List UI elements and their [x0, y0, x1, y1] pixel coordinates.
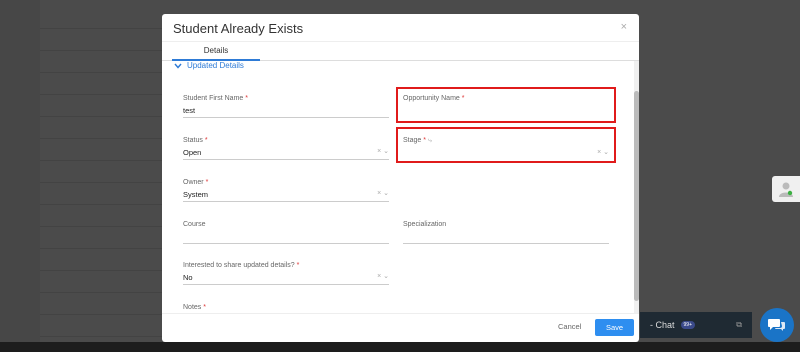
dialog-title: Student Already Exists: [173, 21, 304, 36]
dialog-header: Student Already Exists ×: [162, 14, 639, 42]
close-icon[interactable]: ×: [621, 21, 627, 33]
first-name-label: Student First Name *: [183, 95, 248, 102]
chat-launcher-button[interactable]: [760, 308, 794, 342]
cancel-button[interactable]: Cancel: [558, 322, 581, 331]
background-footer: [0, 342, 800, 352]
share-details-select[interactable]: No × ⌄: [183, 272, 389, 285]
chevron-down-icon[interactable]: ⌄: [383, 148, 389, 155]
status-select[interactable]: Open × ⌄: [183, 147, 389, 160]
specialization-label: Specialization: [403, 221, 447, 228]
chat-count-badge: 99+: [680, 321, 695, 329]
save-button[interactable]: Save: [595, 319, 634, 336]
dialog-footer: Cancel Save: [162, 313, 639, 342]
external-link-icon[interactable]: ⧉: [736, 320, 742, 330]
share-details-value: No: [183, 273, 193, 282]
share-details-field: Interested to share updated details? * N…: [183, 262, 389, 285]
chevron-down-icon[interactable]: ⌄: [383, 273, 389, 280]
share-details-controls: × ⌄: [377, 272, 389, 280]
chevron-down-icon: [174, 63, 182, 69]
status-label: Status *: [183, 137, 208, 144]
course-label: Course: [183, 221, 206, 228]
course-input[interactable]: [183, 231, 389, 244]
status-value: Open: [183, 148, 202, 157]
section-title: Updated Details: [187, 61, 244, 70]
dialog-tabs: Details: [162, 42, 639, 61]
user-presence-tab[interactable]: [772, 176, 800, 202]
dialog-body: Updated Details Student First Name * tes…: [162, 61, 634, 313]
clear-icon[interactable]: ×: [377, 190, 381, 197]
clear-icon[interactable]: ×: [377, 273, 381, 280]
owner-value: System: [183, 190, 209, 199]
owner-select[interactable]: System × ⌄: [183, 189, 389, 202]
chevron-down-icon[interactable]: ⌄: [383, 190, 389, 197]
clear-icon[interactable]: ×: [377, 148, 381, 155]
first-name-input[interactable]: test: [183, 105, 389, 118]
opportunity-name-highlight: [396, 87, 616, 123]
notes-label: Notes *: [183, 304, 206, 311]
specialization-input[interactable]: [403, 231, 609, 244]
owner-controls: × ⌄: [377, 189, 389, 197]
first-name-field: Student First Name * test: [183, 95, 389, 118]
student-exists-dialog: Student Already Exists × Details Updated…: [162, 14, 639, 342]
user-icon: [779, 182, 793, 197]
course-field: Course: [183, 221, 389, 244]
chat-bubbles-icon: [768, 319, 785, 331]
notes-field: Notes * OK: [183, 304, 389, 313]
updated-details-toggle[interactable]: Updated Details: [174, 61, 244, 70]
status-field: Status * Open × ⌄: [183, 137, 389, 160]
owner-label: Owner *: [183, 179, 209, 186]
status-controls: × ⌄: [377, 147, 389, 155]
chat-bar[interactable]: - Chat 99+ ⧉: [640, 312, 752, 338]
dialog-scrollbar[interactable]: [634, 61, 639, 313]
chat-label: - Chat: [650, 320, 675, 330]
owner-field: Owner * System × ⌄: [183, 179, 389, 202]
stage-highlight: [396, 127, 616, 163]
tab-details[interactable]: Details: [172, 42, 260, 61]
specialization-field: Specialization: [403, 221, 609, 244]
scrollbar-thumb[interactable]: [634, 91, 639, 301]
share-details-label: Interested to share updated details? *: [183, 262, 300, 269]
